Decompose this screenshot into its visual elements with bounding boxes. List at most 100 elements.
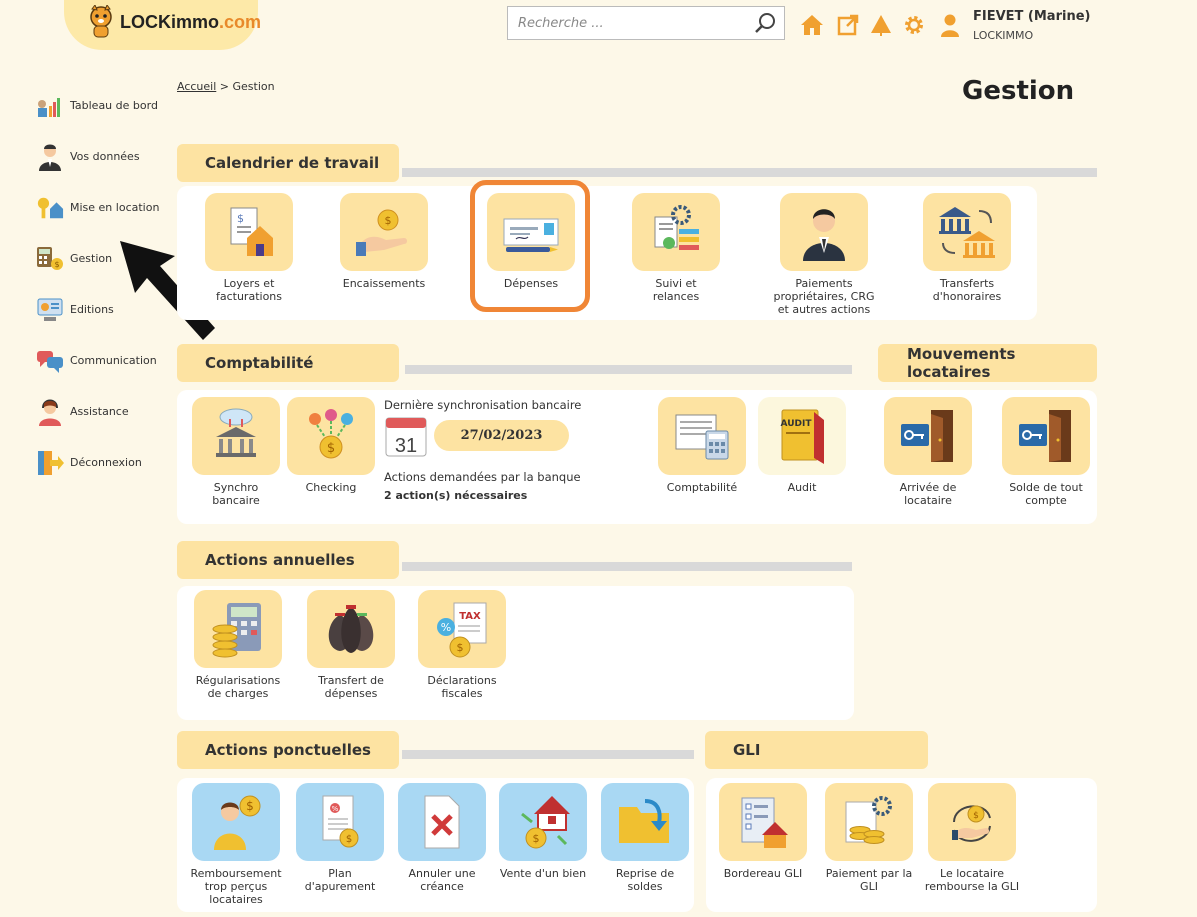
tile-locataire-rembourse-gli[interactable]: $ Le locataire rembourse la GLI — [917, 783, 1027, 893]
user-name[interactable]: FIEVET (Marine) — [973, 9, 1090, 24]
svg-text:$: $ — [327, 441, 335, 456]
sidebar-item-label: Déconnexion — [70, 456, 142, 469]
document-coins-icon — [825, 783, 913, 861]
sidebar-item-label: Mise en location — [70, 201, 160, 214]
tile-label: Vente d'un bien — [499, 867, 587, 880]
tile-declarations-fiscales[interactable]: TAX% $ Déclarations fiscales — [416, 590, 508, 700]
svg-text:$: $ — [246, 799, 254, 813]
tile-label: Régularisations de charges — [195, 674, 281, 700]
search-box[interactable] — [507, 6, 785, 40]
sidebar-item-label: Vos données — [70, 150, 140, 163]
tile-suivi-relances[interactable]: Suivi et relances — [631, 193, 721, 303]
sidebar-item-label: Tableau de bord — [70, 99, 158, 112]
breadcrumb-home-link[interactable]: Accueil — [177, 80, 216, 93]
tile-paiement-gli[interactable]: Paiement par la GLI — [823, 783, 915, 893]
tile-label: Remboursement trop perçus locataires — [190, 867, 282, 906]
tile-label: Arrivée de locataire — [899, 481, 957, 507]
home-icon[interactable] — [799, 12, 825, 38]
logout-icon — [36, 449, 64, 477]
tile-synchro-bancaire[interactable]: Synchro bancaire — [190, 397, 282, 507]
tile-audit[interactable]: AUDIT Audit — [756, 397, 848, 494]
tile-label: Comptabilité — [666, 481, 738, 494]
tile-comptabilite[interactable]: Comptabilité — [656, 397, 748, 494]
tile-label: Solde de tout compte — [1009, 481, 1083, 507]
svg-text:$: $ — [54, 260, 59, 269]
alert-icon[interactable] — [868, 12, 894, 38]
tile-label: Transferts d'honoraires — [932, 277, 1002, 303]
tile-checking[interactable]: $ Checking — [286, 397, 376, 494]
tile-label: Reprise de soldes — [615, 867, 675, 893]
invoice-house-icon: $ — [205, 193, 293, 271]
tile-label: Audit — [787, 481, 817, 494]
breadcrumb-separator: > — [219, 80, 229, 93]
section-title-calendrier: Calendrier de travail — [177, 144, 399, 182]
headset-icon — [36, 398, 64, 426]
selection-highlight — [470, 180, 590, 312]
checklist-house-icon — [719, 783, 807, 861]
breadcrumb: Accueil > Gestion — [177, 80, 275, 93]
sidebar-item-tableau-de-bord[interactable]: Tableau de bord — [36, 80, 159, 131]
tile-plan-apurement[interactable]: % $ Plan d'apurement — [294, 783, 386, 893]
calendar-icon: 31 — [385, 417, 427, 457]
user-company: LOCKIMMO — [973, 29, 1034, 42]
tile-encaissements[interactable]: $ Encaissements — [338, 193, 430, 290]
tile-transfert-depenses[interactable]: Transfert de dépenses — [305, 590, 397, 700]
tax-document-icon: TAX% $ — [418, 590, 506, 668]
svg-text:$: $ — [346, 834, 352, 845]
svg-text:TAX: TAX — [459, 611, 481, 622]
person-icon — [36, 143, 64, 171]
tile-remboursement-trop-percus[interactable]: $ Remboursement trop perçus locataires — [190, 783, 282, 906]
tile-label: Checking — [305, 481, 357, 494]
search-icon[interactable] — [754, 11, 778, 35]
person-refund-icon: $ — [192, 783, 280, 861]
bank-actions-label: Actions demandées par la banque — [384, 470, 581, 484]
external-link-icon[interactable] — [835, 12, 861, 38]
bank-transfer-icon — [923, 193, 1011, 271]
user-icon[interactable] — [937, 12, 963, 38]
print-icon — [36, 296, 64, 324]
tile-label: Suivi et relances — [652, 277, 700, 303]
sidebar-item-label: Assistance — [70, 405, 129, 418]
chat-icon — [36, 347, 64, 375]
dashboard-icon — [36, 92, 64, 120]
money-bags-icon — [307, 590, 395, 668]
tile-bordereau-gli[interactable]: Bordereau GLI — [717, 783, 809, 880]
logo[interactable]: LOCKimmo.com — [86, 5, 261, 39]
section-divider — [402, 562, 852, 571]
tile-solde-tout-compte[interactable]: Solde de tout compte — [1000, 397, 1092, 507]
tile-regularisations-charges[interactable]: Régularisations de charges — [192, 590, 284, 700]
section-title-comptabilite: Comptabilité — [177, 344, 399, 382]
tile-loyers-facturations[interactable]: $ Loyers et facturations — [204, 193, 294, 303]
gear-icon[interactable] — [901, 12, 927, 38]
section-divider — [402, 168, 1097, 177]
sidebar-item-deconnexion[interactable]: Déconnexion — [36, 437, 159, 488]
page-title: Gestion — [962, 76, 1075, 106]
sidebar-item-label: Gestion — [70, 252, 113, 265]
tile-label: Transfert de dépenses — [318, 674, 384, 700]
tile-vente-bien[interactable]: $ Vente d'un bien — [497, 783, 589, 880]
sidebar-item-assistance[interactable]: Assistance — [36, 386, 159, 437]
section-divider — [402, 750, 694, 759]
sidebar-item-vos-donnees[interactable]: Vos données — [36, 131, 159, 182]
tile-label: Encaissements — [342, 277, 426, 290]
logo-text: LOCKimmo.com — [120, 11, 262, 32]
tile-reprise-soldes[interactable]: Reprise de soldes — [599, 783, 691, 893]
sync-label: Dernière synchronisation bancaire — [384, 398, 582, 412]
bank-actions-count[interactable]: 2 action(s) nécessaires — [384, 489, 527, 502]
sidebar-item-mise-en-location[interactable]: Mise en location — [36, 182, 159, 233]
key-house-icon — [36, 194, 64, 222]
section-title-annuelles: Actions annuelles — [177, 541, 399, 579]
calculator-coins-icon — [194, 590, 282, 668]
svg-text:$: $ — [457, 641, 464, 654]
tile-transferts-honoraires[interactable]: Transferts d'honoraires — [922, 193, 1012, 303]
section-title-gli: GLI — [705, 731, 928, 769]
folder-arrow-icon — [601, 783, 689, 861]
calendrier-panel — [177, 186, 1037, 320]
door-key-out-icon — [1002, 397, 1090, 475]
search-input[interactable] — [516, 14, 740, 32]
tile-paiements-proprietaires[interactable]: Paiements propriétaires, CRG et autres a… — [770, 193, 878, 316]
ledger-calculator-icon — [658, 397, 746, 475]
tile-arrivee-locataire[interactable]: Arrivée de locataire — [882, 397, 974, 507]
cancel-document-icon — [398, 783, 486, 861]
tile-annuler-creance[interactable]: Annuler une créance — [396, 783, 488, 893]
